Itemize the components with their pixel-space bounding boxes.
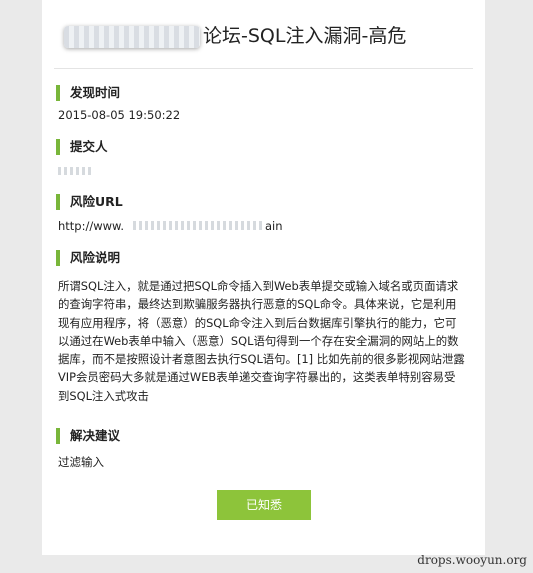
watermark: drops.wooyun.org bbox=[417, 553, 527, 567]
risk-url-label: 风险URL bbox=[56, 194, 123, 210]
risk-url-prefix: http://www. bbox=[58, 219, 125, 233]
risk-url-suffix: ain bbox=[265, 219, 283, 233]
acknowledge-button[interactable]: 已知悉 bbox=[217, 490, 311, 520]
redacted-submitter bbox=[58, 167, 92, 175]
report-title: 论坛-SQL注入漏洞-高危 bbox=[60, 22, 470, 52]
found-time-value: 2015-08-05 19:50:22 bbox=[58, 108, 181, 122]
risk-desc-label: 风险说明 bbox=[56, 250, 120, 266]
report-title-text: 论坛-SQL注入漏洞-高危 bbox=[203, 25, 407, 47]
report-card: 论坛-SQL注入漏洞-高危 发现时间 2015-08-05 19:50:22 提… bbox=[42, 0, 485, 555]
solution-label: 解决建议 bbox=[56, 428, 120, 444]
risk-desc-text: 所谓SQL注入，就是通过把SQL命令插入到Web表单提交或输入域名或页面请求 的… bbox=[58, 279, 465, 403]
solution-value: 过滤输入 bbox=[58, 455, 104, 469]
redacted-site-name bbox=[64, 26, 200, 48]
title-divider bbox=[54, 68, 473, 69]
redacted-url bbox=[133, 221, 263, 230]
found-time-label: 发现时间 bbox=[56, 85, 120, 101]
submitter-label: 提交人 bbox=[56, 139, 108, 155]
